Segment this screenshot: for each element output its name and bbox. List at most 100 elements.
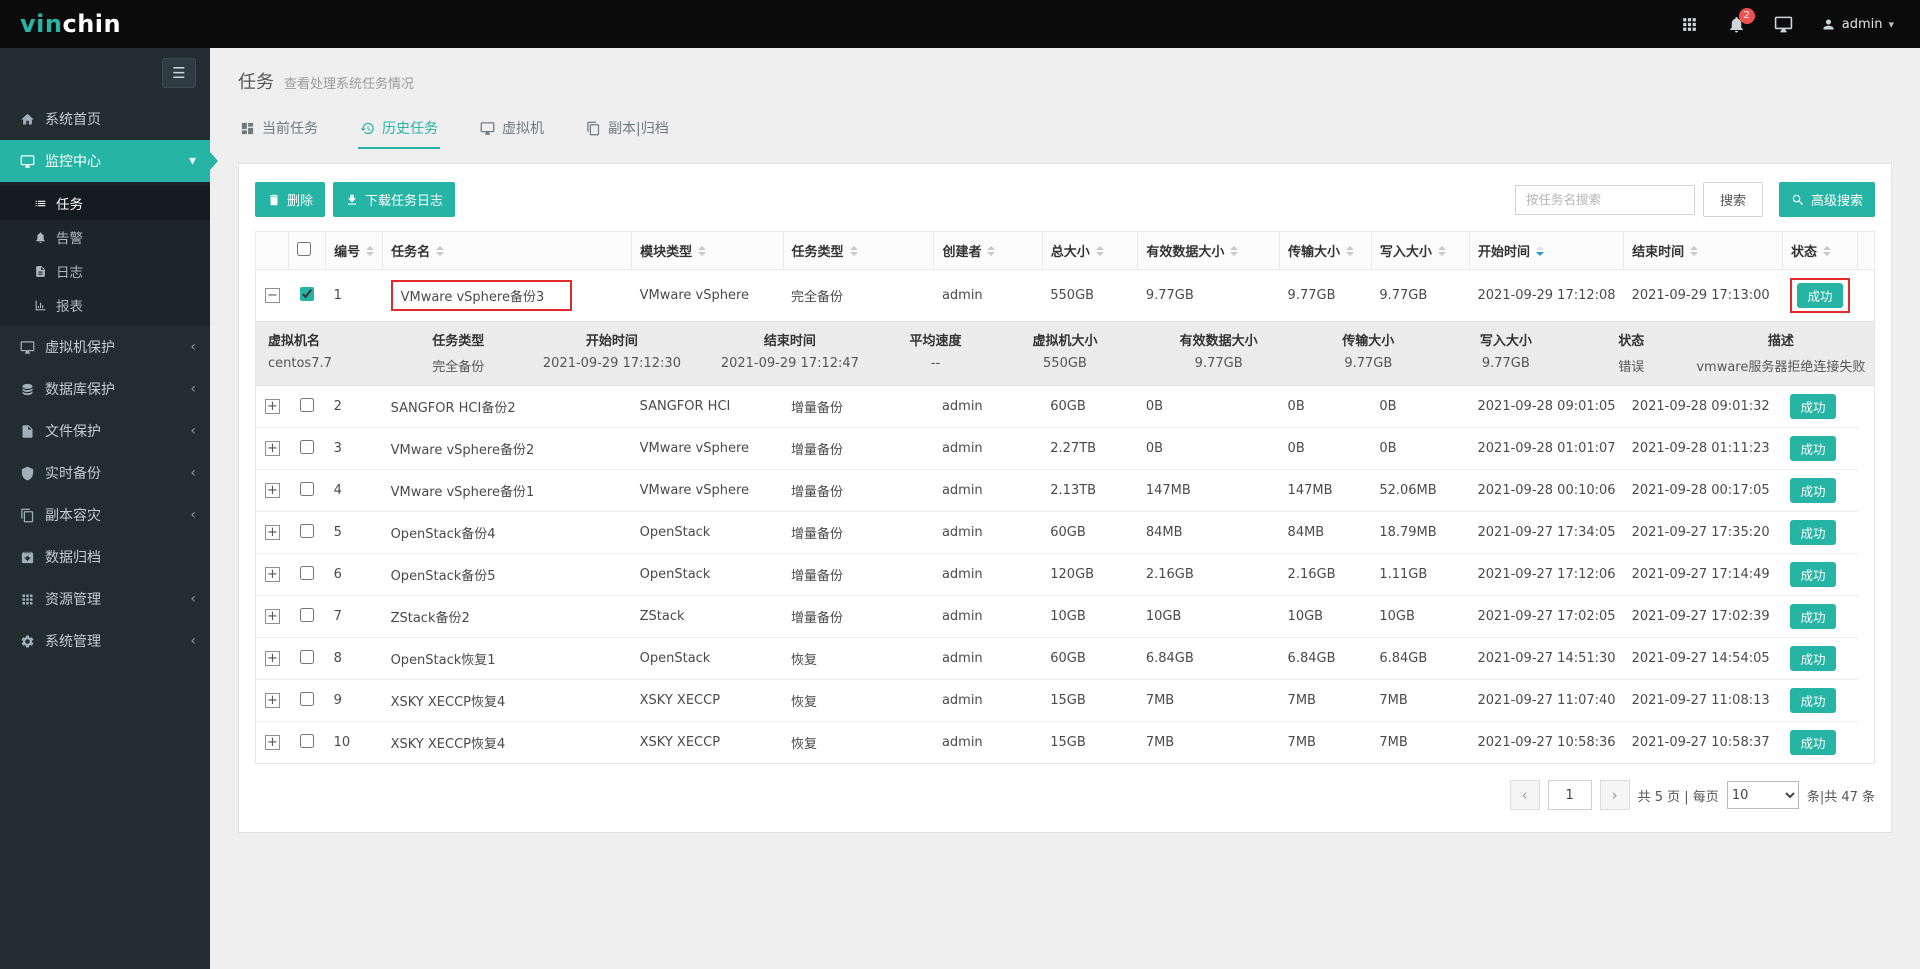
sort-icons[interactable] xyxy=(849,245,858,256)
expand-row-button[interactable]: + xyxy=(264,735,280,750)
advanced-search-button[interactable]: 高级搜索 xyxy=(1778,182,1875,217)
sort-icons[interactable] xyxy=(1230,245,1239,256)
task-name: VMware vSphere备份3 xyxy=(400,290,545,305)
creator: admin xyxy=(933,269,1043,322)
sort-icons[interactable] xyxy=(1690,245,1699,256)
table-row: + 7 ZStack备份2 ZStack 增量备份 admin 10GB 10G… xyxy=(255,595,1875,638)
row-checkbox[interactable] xyxy=(300,397,315,412)
sort-icons[interactable] xyxy=(1437,245,1446,256)
prev-page-button[interactable]: ‹ xyxy=(1509,780,1540,810)
column-header-结束时间[interactable]: 结束时间 xyxy=(1623,231,1783,270)
row-checkbox[interactable] xyxy=(300,523,315,538)
sort-icons[interactable] xyxy=(1823,245,1831,256)
delete-button[interactable]: 删除 xyxy=(255,182,326,217)
task-search-input[interactable] xyxy=(1514,184,1695,215)
search-button[interactable]: 搜索 xyxy=(1702,182,1763,217)
column-header-有效数据大小[interactable]: 有效数据大小 xyxy=(1137,231,1281,270)
expand-row-button[interactable]: + xyxy=(264,609,280,624)
module-type: XSKY XECCP xyxy=(631,721,784,764)
sidebar-subitem-告警[interactable]: 告警 xyxy=(0,220,210,254)
transfer-size: 9.77GB xyxy=(1279,269,1372,322)
sort-icons[interactable] xyxy=(698,245,707,256)
row-checkbox[interactable] xyxy=(300,649,315,664)
tab-3[interactable]: 副本|归档 xyxy=(584,112,671,149)
page-number-input[interactable] xyxy=(1547,780,1592,810)
expand-row-button[interactable]: + xyxy=(264,441,280,456)
row-checkbox[interactable] xyxy=(300,691,315,706)
start-time: 2021-09-27 17:12:06 xyxy=(1469,553,1624,596)
sidebar-item-home[interactable]: 系统首页 xyxy=(0,98,210,140)
sidebar-subitem-日志[interactable]: 日志 xyxy=(0,254,210,288)
sidebar-item-file-protection[interactable]: 文件保护 ‹ xyxy=(0,410,210,452)
column-header-模块类型[interactable]: 模块类型 xyxy=(631,231,784,270)
expand-row-button[interactable]: + xyxy=(264,567,280,582)
detail-col-任务类型: 任务类型 完全备份 xyxy=(394,330,523,375)
sort-icons[interactable] xyxy=(436,245,445,256)
expand-row-button[interactable]: + xyxy=(264,693,280,708)
vm-icon xyxy=(480,121,495,136)
sidebar-item-db-protection[interactable]: 数据库保护 ‹ xyxy=(0,368,210,410)
tab-1[interactable]: 历史任务 xyxy=(358,112,440,149)
transfer-size: 147MB xyxy=(1279,469,1372,512)
module-type: XSKY XECCP xyxy=(631,679,784,722)
sort-icons[interactable] xyxy=(987,245,996,256)
sidebar-item-data-archive[interactable]: 数据归档 xyxy=(0,536,210,578)
tab-0[interactable]: 当前任务 xyxy=(238,112,320,149)
row-checkbox[interactable] xyxy=(300,481,315,496)
sidebar-item-system-mgmt[interactable]: 系统管理 ‹ xyxy=(0,620,210,662)
column-header-任务类型[interactable]: 任务类型 xyxy=(782,231,935,270)
tab-2[interactable]: 虚拟机 xyxy=(478,112,546,149)
sort-icons[interactable] xyxy=(1095,245,1104,256)
expand-row-button[interactable]: + xyxy=(264,651,280,666)
row-checkbox[interactable] xyxy=(300,733,315,748)
sidebar-item-label: 系统管理 xyxy=(45,634,101,650)
sidebar-item-monitor-center[interactable]: 监控中心 ▾ xyxy=(0,140,210,182)
module-type: OpenStack xyxy=(631,637,784,680)
total-size: 60GB xyxy=(1042,637,1138,680)
row-checkbox[interactable] xyxy=(300,607,315,622)
column-header-总大小[interactable]: 总大小 xyxy=(1041,231,1139,270)
sidebar-item-replica-dr[interactable]: 副本容灾 ‹ xyxy=(0,494,210,536)
hamburger-menu-icon[interactable]: ☰ xyxy=(162,58,196,88)
sidebar-item-vm-protection[interactable]: 虚拟机保护 ‹ xyxy=(0,326,210,368)
console-monitor-icon[interactable] xyxy=(1774,15,1793,34)
creator: admin xyxy=(933,721,1043,764)
column-header-编号[interactable]: 编号 xyxy=(325,231,384,270)
per-page-select[interactable]: 10 xyxy=(1726,781,1799,809)
detail-col-写入大小: 写入大小 9.77GB xyxy=(1437,330,1575,375)
sidebar-item-realtime-backup[interactable]: 实时备份 ‹ xyxy=(0,452,210,494)
gear-icon xyxy=(20,634,35,649)
task-name: ZStack备份2 xyxy=(390,611,470,626)
column-header-写入大小[interactable]: 写入大小 xyxy=(1370,231,1471,270)
row-checkbox[interactable] xyxy=(300,439,315,454)
expand-row-button[interactable]: + xyxy=(264,399,280,414)
column-header-开始时间[interactable]: 开始时间 xyxy=(1468,231,1625,270)
apps-icon xyxy=(20,592,35,607)
apps-grid-icon[interactable] xyxy=(1680,15,1699,34)
user-menu[interactable]: admin ▾ xyxy=(1821,17,1894,32)
page-header: 任务 查看处理系统任务情况 xyxy=(210,48,1920,94)
sort-icons[interactable] xyxy=(366,245,375,256)
detail-header: 虚拟机大小 xyxy=(1032,334,1098,349)
column-header-任务名[interactable]: 任务名 xyxy=(382,231,633,270)
expand-row-button[interactable]: + xyxy=(264,525,280,540)
column-header-创建者[interactable]: 创建者 xyxy=(933,231,1043,270)
notifications-bell-icon[interactable]: 2 xyxy=(1727,7,1755,34)
sidebar-subitem-任务[interactable]: 任务 xyxy=(0,186,210,220)
row-checkbox[interactable] xyxy=(300,565,315,580)
download-task-log-button[interactable]: 下载任务日志 xyxy=(333,182,456,217)
column-header-传输大小[interactable]: 传输大小 xyxy=(1279,231,1372,270)
search-icon xyxy=(1791,193,1805,207)
select-all-checkbox[interactable] xyxy=(297,241,312,256)
sort-icons[interactable] xyxy=(1536,245,1545,256)
sidebar-item-resource-mgmt[interactable]: 资源管理 ‹ xyxy=(0,578,210,620)
valid-data-size: 84MB xyxy=(1137,511,1280,554)
archive-icon xyxy=(20,550,35,565)
row-checkbox[interactable] xyxy=(300,286,315,301)
column-header-状态[interactable]: 状态 xyxy=(1781,231,1859,270)
sidebar-subitem-报表[interactable]: 报表 xyxy=(0,288,210,322)
next-page-button[interactable]: › xyxy=(1599,780,1630,810)
collapse-row-button[interactable]: − xyxy=(264,288,280,303)
sort-icons[interactable] xyxy=(1346,245,1355,256)
expand-row-button[interactable]: + xyxy=(264,483,280,498)
